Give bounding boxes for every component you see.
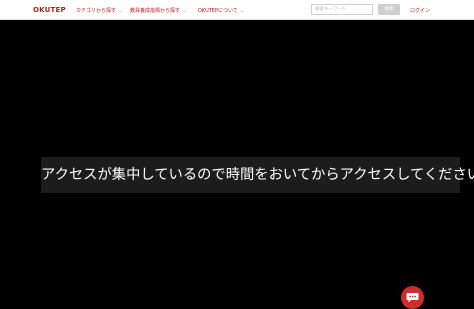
access-notice-banner: アクセスが集中しているので時間をおいてからアクセスしてください。 (41, 157, 474, 193)
nav-item-label: カテゴリから探す (76, 8, 117, 14)
chevron-down-icon: ⌄ (239, 8, 245, 14)
login-link[interactable]: ログイン (410, 7, 430, 14)
chat-bubble-icon (406, 293, 419, 303)
nav-item-label: OKUTEPについて (198, 8, 238, 14)
nav-item-indicators[interactable]: 教員養成指標から探す ⌄ (130, 7, 186, 14)
top-navbar: OKUTEP カテゴリから探す ⌄ 教員養成指標から探す ⌄ OKUTEPについて ⌄… (0, 0, 474, 20)
chevron-down-icon: ⌄ (118, 8, 123, 14)
access-notice-message: アクセスが集中しているので時間をおいてからアクセスしてください。 (41, 167, 474, 183)
chevron-down-icon: ⌄ (182, 8, 187, 14)
nav-item-category[interactable]: カテゴリから探す ⌄ (76, 7, 122, 14)
nav-item-about[interactable]: OKUTEPについて ⌄ (198, 7, 244, 14)
search-input[interactable] (311, 4, 373, 15)
search-button[interactable]: 検索 (378, 4, 400, 15)
brand-logo[interactable]: OKUTEP (33, 6, 66, 14)
nav-item-label: 教員養成指標から探す (130, 8, 181, 14)
chat-button[interactable] (401, 286, 424, 309)
